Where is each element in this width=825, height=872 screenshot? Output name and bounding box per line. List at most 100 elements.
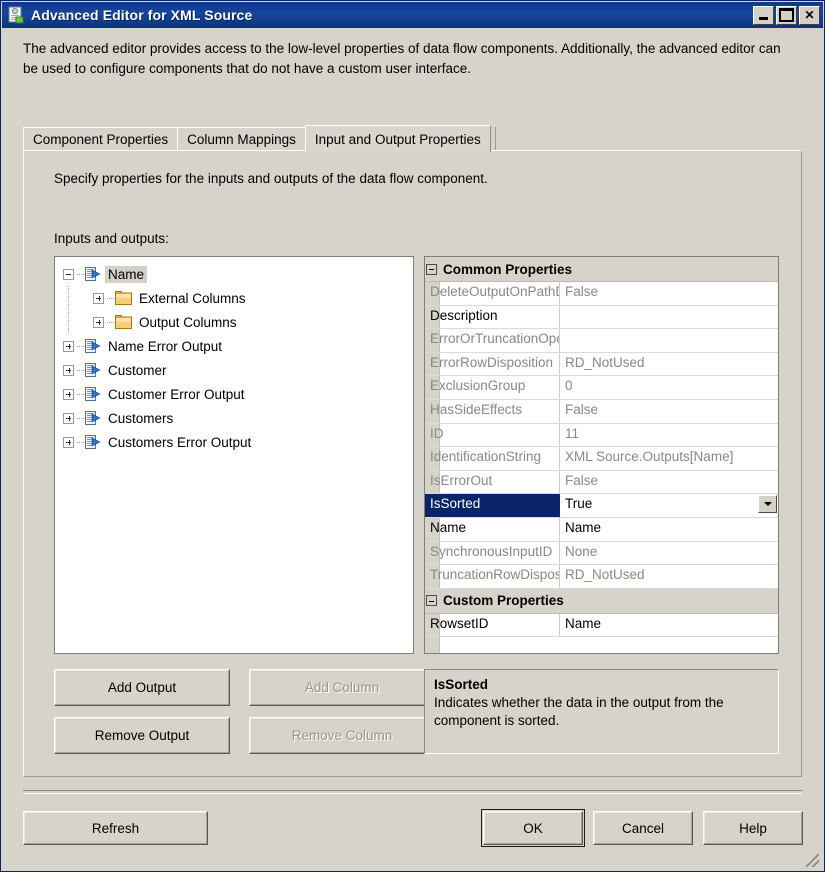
output-icon (85, 434, 101, 450)
property-value[interactable]: Name (560, 518, 778, 541)
expand-plus-icon[interactable] (63, 412, 74, 424)
expand-plus-icon[interactable] (93, 292, 104, 304)
tab-label: Input and Output Properties (314, 131, 481, 147)
property-name: ErrorRowDisposition (425, 352, 560, 376)
property-value[interactable]: Name (560, 614, 778, 637)
resize-grip[interactable] (806, 854, 819, 867)
property-row[interactable]: TruncationRowDisposit RD_NotUsed (425, 565, 778, 589)
tree-node[interactable]: Customer Error Output (63, 382, 413, 406)
tree-connector (77, 417, 84, 419)
output-icon (85, 362, 101, 378)
tree-node[interactable]: Output Columns (63, 310, 413, 334)
xml-source-icon (7, 6, 25, 24)
maximize-button[interactable] (776, 5, 797, 25)
property-row[interactable]: ID 11 (425, 423, 778, 448)
property-row[interactable]: ErrorRowDisposition RD_NotUsed (425, 352, 778, 377)
tree-node[interactable]: Customers (63, 406, 413, 430)
tree-guide-line (68, 286, 69, 310)
expand-plus-icon[interactable] (63, 436, 74, 448)
refresh-button[interactable]: Refresh (23, 811, 208, 845)
output-icon (85, 266, 101, 282)
property-value[interactable]: RD_NotUsed (560, 565, 778, 588)
advanced-editor-window: Advanced Editor for XML Source ✕ The adv… (0, 0, 825, 872)
property-value[interactable]: True (560, 494, 778, 517)
ok-button[interactable]: OK (481, 809, 585, 847)
property-value[interactable] (560, 306, 778, 329)
property-row[interactable]: ErrorOrTruncationOpe (425, 329, 778, 353)
tree-node[interactable]: Name (63, 262, 413, 286)
property-row[interactable]: SynchronousInputID None (425, 541, 778, 566)
property-value[interactable]: RD_NotUsed (560, 353, 778, 376)
tree-node-label: Name Error Output (108, 338, 223, 354)
tree-node-label: Customer (108, 362, 167, 378)
property-group-header[interactable]: Custom Properties (425, 588, 778, 614)
minimize-button[interactable] (753, 5, 774, 25)
output-icon (85, 386, 101, 402)
remove-output-button[interactable]: Remove Output (54, 717, 230, 754)
tree-node[interactable]: Customer (63, 358, 413, 382)
property-name: DeleteOutputOnPathD (425, 282, 560, 305)
property-name: Description (425, 305, 560, 329)
property-value[interactable]: 11 (560, 424, 778, 447)
property-name: ExclusionGroup (425, 376, 560, 399)
tree-node[interactable]: Customers Error Output (63, 430, 413, 454)
tree-connector (107, 297, 114, 299)
tab-component-properties[interactable]: Component Properties (23, 127, 179, 151)
property-value[interactable]: None (560, 542, 778, 565)
property-name: Name (425, 517, 560, 541)
property-name: RowsetID (425, 613, 560, 637)
property-row[interactable]: ExclusionGroup 0 (425, 376, 778, 400)
tree-node-label: Name (105, 265, 148, 283)
footer-separator (23, 790, 802, 794)
tab-strip: Component Properties Column Mappings Inp… (23, 125, 802, 152)
tab-strip-end (494, 127, 499, 151)
add-output-button[interactable]: Add Output (54, 669, 230, 706)
help-button[interactable]: Help (703, 811, 803, 845)
property-row[interactable]: DeleteOutputOnPathD False (425, 282, 778, 306)
tree-guide-line (68, 310, 69, 334)
property-value[interactable]: False (560, 400, 778, 423)
property-name: SynchronousInputID (425, 541, 560, 565)
property-group-header[interactable]: Common Properties (425, 257, 778, 282)
tree-node[interactable]: Name Error Output (63, 334, 413, 358)
property-row[interactable]: IdentificationString XML Source.Outputs[N… (425, 447, 778, 471)
property-grid[interactable]: Common Properties DeleteOutputOnPathD Fals… (424, 256, 779, 654)
property-row[interactable]: IsSorted True (425, 494, 778, 518)
chevron-down-icon[interactable] (758, 495, 777, 514)
property-row[interactable]: Name Name (425, 517, 778, 542)
collapse-minus-icon[interactable] (426, 263, 437, 275)
property-value[interactable]: XML Source.Outputs[Name] (560, 447, 778, 470)
add-column-button[interactable]: Add Column (249, 669, 435, 706)
property-name: HasSideEffects (425, 399, 560, 423)
tree-node-label: Customer Error Output (108, 386, 245, 402)
property-row[interactable]: Description (425, 305, 778, 330)
collapse-minus-icon[interactable] (63, 268, 74, 280)
expand-plus-icon[interactable] (93, 316, 104, 328)
property-value[interactable]: False (560, 471, 778, 494)
property-value[interactable] (560, 329, 778, 352)
cancel-button[interactable]: Cancel (593, 811, 693, 845)
window-controls: ✕ (753, 5, 820, 25)
property-row[interactable]: HasSideEffects False (425, 399, 778, 424)
folder-icon (115, 315, 132, 329)
property-value[interactable]: False (560, 282, 778, 305)
tab-column-mappings[interactable]: Column Mappings (177, 127, 306, 151)
remove-column-button[interactable]: Remove Column (249, 717, 435, 754)
tree-connector (77, 393, 84, 395)
property-value[interactable]: 0 (560, 376, 778, 399)
collapse-minus-icon[interactable] (426, 595, 437, 607)
property-row[interactable]: IsErrorOut False (425, 470, 778, 495)
tree-node[interactable]: External Columns (63, 286, 413, 310)
tree-connector (107, 321, 114, 323)
tree-connector (77, 441, 84, 443)
expand-plus-icon[interactable] (63, 388, 74, 400)
inputs-outputs-label: Inputs and outputs: (54, 231, 169, 246)
property-group-title: Common Properties (443, 261, 573, 277)
tab-input-and-output-properties[interactable]: Input and Output Properties (304, 125, 491, 152)
close-button[interactable]: ✕ (799, 5, 820, 25)
inputs-outputs-tree[interactable]: Name External Columns Output Columns Name E… (54, 256, 414, 654)
tree-connector (77, 273, 84, 275)
property-row[interactable]: RowsetID Name (425, 613, 778, 638)
expand-plus-icon[interactable] (63, 364, 74, 376)
expand-plus-icon[interactable] (63, 340, 74, 352)
